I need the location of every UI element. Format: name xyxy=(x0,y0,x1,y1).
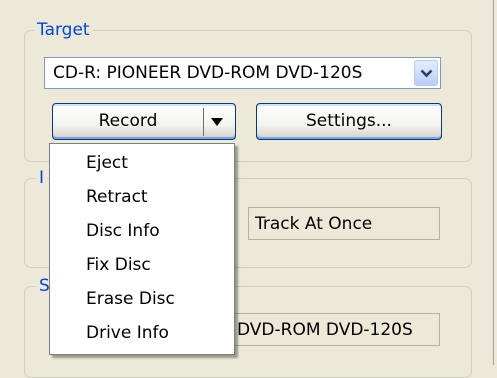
menu-item-disc-info[interactable]: Disc Info xyxy=(50,214,234,248)
split-divider xyxy=(203,108,204,136)
drive-name-field: DVD-ROM DVD-120S xyxy=(230,313,440,346)
chevron-down-icon xyxy=(420,69,433,78)
drive-select-value: CD-R: PIONEER DVD-ROM DVD-120S xyxy=(53,63,363,83)
menu-item-drive-info[interactable]: Drive Info xyxy=(50,316,234,350)
menu-item-erase-disc[interactable]: Erase Disc xyxy=(50,282,234,316)
drive-select-dropdown-button[interactable] xyxy=(414,60,438,86)
menu-item-retract[interactable]: Retract xyxy=(50,180,234,214)
dropdown-arrow-icon[interactable] xyxy=(211,118,223,126)
menu-item-eject[interactable]: Eject xyxy=(50,146,234,180)
record-button-label[interactable]: Record xyxy=(53,104,203,139)
window-edge xyxy=(493,0,497,365)
write-mode-field: Track At Once xyxy=(248,207,440,240)
write-mode-value: Track At Once xyxy=(255,214,373,234)
drive-select[interactable]: CD-R: PIONEER DVD-ROM DVD-120S xyxy=(44,57,441,89)
drive-name-value: DVD-ROM DVD-120S xyxy=(237,320,413,340)
record-dropdown-menu: Eject Retract Disc Info Fix Disc Erase D… xyxy=(49,143,235,355)
record-split-button[interactable]: Record xyxy=(52,103,236,140)
info-group-title: I xyxy=(36,168,48,188)
target-group-title: Target xyxy=(34,20,93,40)
menu-item-fix-disc[interactable]: Fix Disc xyxy=(50,248,234,282)
settings-button[interactable]: Settings... xyxy=(256,103,442,140)
